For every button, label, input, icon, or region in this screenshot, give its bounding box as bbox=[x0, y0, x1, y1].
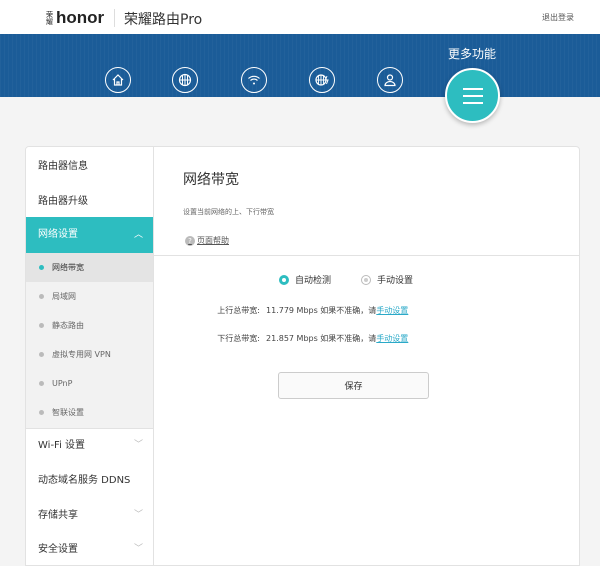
bullet-icon bbox=[39, 352, 44, 357]
bullet-icon bbox=[39, 294, 44, 299]
submenu-item-lan[interactable]: 局域网 bbox=[26, 282, 153, 311]
download-manual-link[interactable]: 手动设置 bbox=[376, 334, 408, 343]
divider bbox=[114, 9, 115, 27]
home-icon[interactable] bbox=[105, 67, 131, 93]
submenu-item-bandwidth[interactable]: 网络带宽 bbox=[26, 253, 153, 282]
chevron-down-icon: ﹀ bbox=[133, 440, 143, 450]
sidebar-item-security[interactable]: 安全设置 ﹀ bbox=[26, 532, 153, 565]
upload-manual-link[interactable]: 手动设置 bbox=[376, 306, 408, 315]
honor-logo: 荣耀 honor bbox=[46, 8, 104, 28]
submenu-label: 局域网 bbox=[52, 292, 76, 301]
sidebar-item-label: 路由器升级 bbox=[38, 196, 88, 207]
sidebar-item-label: 网络设置 bbox=[38, 229, 78, 240]
submenu-label: UPnP bbox=[52, 379, 73, 388]
user-icon[interactable] bbox=[377, 67, 403, 93]
submenu-label: 虚拟专用网 VPN bbox=[52, 350, 111, 359]
sidebar-item-network-settings[interactable]: 网络设置 ︿ bbox=[26, 217, 153, 253]
submenu-label: 网络带宽 bbox=[52, 263, 84, 272]
radio-label: 手动设置 bbox=[377, 276, 414, 286]
download-value: 21.857 Mbps 如果不准确，请 bbox=[266, 334, 377, 343]
radio-auto-detect[interactable]: 自动检测 bbox=[279, 273, 331, 286]
submenu-label: 智联设置 bbox=[52, 408, 84, 417]
page-description: 设置当前网络的上、下行带宽 bbox=[183, 208, 274, 216]
radio-checked-icon bbox=[279, 274, 289, 285]
bullet-icon bbox=[39, 323, 44, 328]
radio-label: 自动检测 bbox=[295, 276, 332, 286]
bullet-icon bbox=[39, 381, 44, 386]
download-bandwidth-row: 下行总带宽: 21.857 Mbps 如果不准确，请手动设置 bbox=[154, 333, 408, 344]
sidebar-item-label: 存储共享 bbox=[38, 510, 78, 521]
menu-icon[interactable] bbox=[445, 68, 500, 123]
internet-icon[interactable] bbox=[172, 67, 198, 93]
download-label: 下行总带宽: bbox=[217, 334, 260, 343]
logout-link[interactable]: 退出登录 bbox=[542, 12, 574, 23]
submenu-item-upnp[interactable]: UPnP bbox=[26, 369, 153, 398]
save-button[interactable]: 保存 bbox=[278, 372, 429, 399]
bullet-icon bbox=[39, 410, 44, 415]
page-help-link[interactable]: ? 页面帮助 bbox=[185, 235, 229, 246]
radio-manual[interactable]: 手动设置 bbox=[361, 273, 413, 286]
wifi-icon[interactable] bbox=[241, 67, 267, 93]
sidebar-item-router-upgrade[interactable]: 路由器升级 bbox=[26, 184, 153, 219]
nav-band bbox=[0, 34, 600, 97]
more-features-label: 更多功能 bbox=[448, 47, 497, 61]
sidebar-item-label: 动态域名服务 DDNS bbox=[38, 475, 131, 486]
sidebar-item-storage[interactable]: 存储共享 ﹀ bbox=[26, 498, 153, 533]
chevron-down-icon: ﹀ bbox=[133, 510, 143, 520]
bullet-icon bbox=[39, 265, 44, 270]
help-label: 页面帮助 bbox=[197, 236, 229, 245]
help-icon: ? bbox=[185, 235, 195, 246]
sidebar-item-router-info[interactable]: 路由器信息 bbox=[26, 149, 153, 184]
submenu-item-vpn[interactable]: 虚拟专用网 VPN bbox=[26, 340, 153, 369]
upload-label: 上行总带宽: bbox=[217, 306, 260, 315]
top-bar: 荣耀 honor 荣耀路由Pro 退出登录 bbox=[0, 0, 600, 34]
logo-small-text: 荣耀 bbox=[46, 11, 53, 26]
submenu-item-smart-link[interactable]: 智联设置 bbox=[26, 398, 153, 427]
network-speed-icon[interactable] bbox=[309, 67, 335, 93]
settings-card: 路由器信息 路由器升级 网络设置 ︿ 网络带宽 局域网 静态路由 虚拟专用网 VP… bbox=[25, 146, 580, 566]
sidebar-item-label: 路由器信息 bbox=[38, 161, 88, 172]
page-title: 网络带宽 bbox=[183, 172, 239, 188]
submenu-item-static-route[interactable]: 静态路由 bbox=[26, 311, 153, 340]
logo-text: honor bbox=[56, 8, 105, 27]
submenu-label: 静态路由 bbox=[52, 321, 84, 330]
submenu: 网络带宽 局域网 静态路由 虚拟专用网 VPN UPnP 智联设置 bbox=[26, 253, 153, 429]
sidebar-item-wifi[interactable]: Wi-Fi 设置 ﹀ bbox=[26, 428, 153, 463]
upload-value: 11.779 Mbps 如果不准确，请 bbox=[266, 306, 377, 315]
radio-unchecked-icon bbox=[361, 274, 371, 285]
sidebar: 路由器信息 路由器升级 网络设置 ︿ 网络带宽 局域网 静态路由 虚拟专用网 VP… bbox=[26, 147, 154, 565]
divider bbox=[154, 255, 579, 256]
chevron-down-icon: ﹀ bbox=[133, 544, 143, 554]
product-name: 荣耀路由Pro bbox=[124, 12, 203, 28]
sidebar-item-label: Wi-Fi 设置 bbox=[38, 440, 86, 451]
sidebar-item-ddns[interactable]: 动态域名服务 DDNS bbox=[26, 463, 153, 498]
chevron-up-icon: ︿ bbox=[133, 230, 143, 240]
sidebar-item-label: 安全设置 bbox=[38, 544, 78, 555]
upload-bandwidth-row: 上行总带宽: 11.779 Mbps 如果不准确，请手动设置 bbox=[154, 305, 408, 316]
